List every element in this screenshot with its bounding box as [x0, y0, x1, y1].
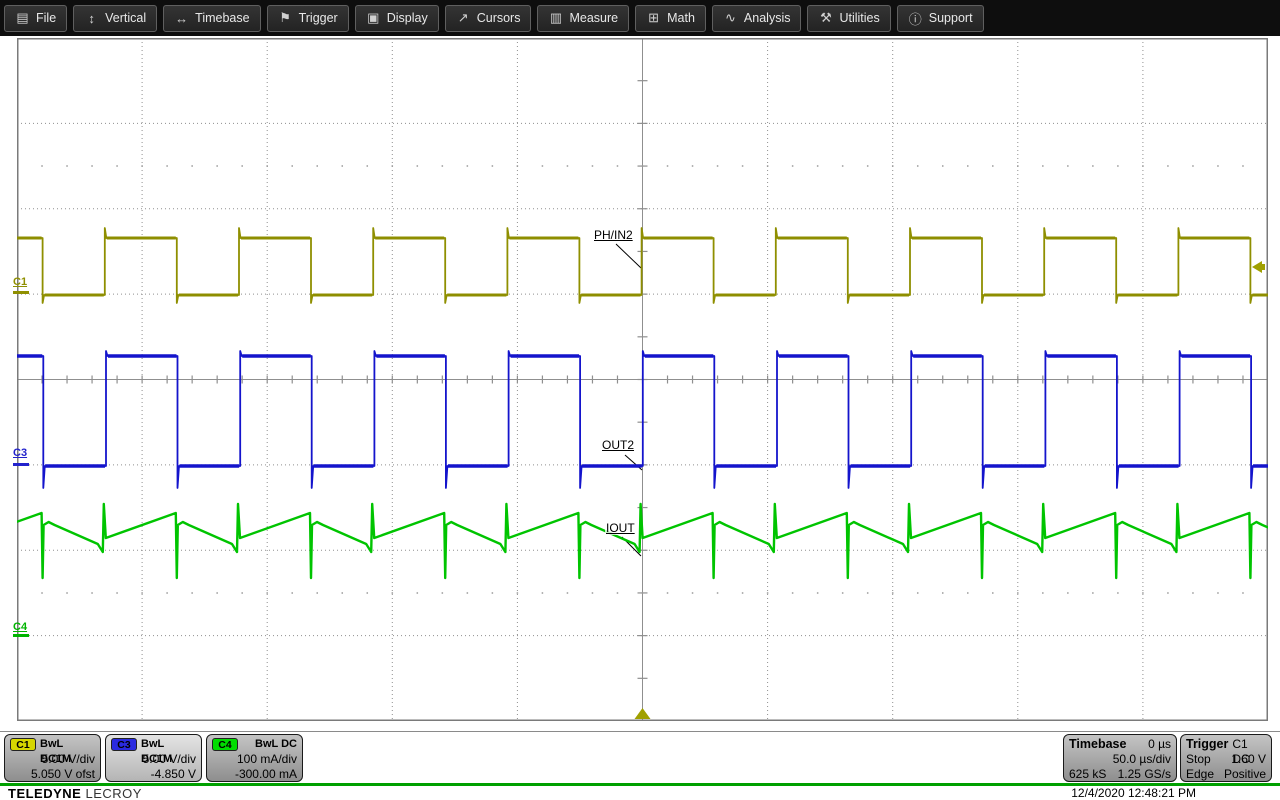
- support-info-icon: ⓘ: [908, 9, 923, 28]
- timebase-position: 0 µs: [1148, 737, 1171, 752]
- trace-label-out2: OUT2: [601, 438, 635, 452]
- timebase-title: Timebase: [1069, 737, 1126, 752]
- timebase-icon: ↔: [174, 11, 189, 26]
- channel-offset-marker-c4[interactable]: [13, 634, 29, 637]
- trace-label-iout: IOUT: [605, 521, 636, 535]
- menu-item-label: Math: [667, 11, 695, 25]
- menu-item-label: Analysis: [744, 11, 791, 25]
- menu-item-label: Trigger: [299, 11, 338, 25]
- c4-offset: -300.00 mA: [235, 767, 297, 782]
- utilities-icon: ⚒: [818, 10, 833, 26]
- brand-secondary: LECROY: [85, 786, 141, 800]
- menu-item-label: Display: [387, 11, 428, 25]
- footer: TELEDYNE LECROY 12/4/2020 12:48:21 PM: [0, 786, 1280, 800]
- trigger-title: Trigger: [1186, 737, 1228, 752]
- menu-item-label: Vertical: [105, 11, 146, 25]
- channel-label-c4[interactable]: C4: [13, 621, 27, 633]
- c3-chip: C3: [111, 738, 137, 751]
- c4-coupling: BwL DC: [255, 737, 297, 752]
- file-icon: ▤: [15, 10, 30, 26]
- timebase-descriptor[interactable]: Timebase 0 µs 50.0 µs/div 625 kS 1.25 GS…: [1063, 734, 1177, 782]
- menu-bar: ▤ File ↕ Vertical ↔ Timebase ⚑ Trigger ▣…: [0, 0, 1280, 36]
- timebase-scale: 50.0 µs/div: [1113, 752, 1171, 767]
- trigger-descriptor[interactable]: Trigger C1 DC Stop 1.60 V Edge Positive: [1180, 734, 1272, 782]
- trigger-level: 1.60 V: [1231, 752, 1266, 767]
- trigger-source: C1 DC: [1232, 737, 1266, 752]
- trace-label-ph-in2: PH/IN2: [593, 228, 634, 242]
- channel-label-c1[interactable]: C1: [13, 276, 27, 288]
- analysis-icon: ∿: [723, 10, 738, 26]
- menu-item-cursors[interactable]: ↗ Cursors: [445, 5, 532, 32]
- channel-label-c3[interactable]: C3: [13, 447, 27, 459]
- c3-offset: -4.850 V: [151, 767, 196, 782]
- c4-chip: C4: [212, 738, 238, 751]
- trigger-slope: Positive: [1224, 767, 1266, 782]
- datetime-display: 12/4/2020 12:48:21 PM: [1071, 786, 1196, 800]
- trigger-level-marker[interactable]: [1252, 261, 1262, 273]
- cursors-icon: ↗: [456, 10, 471, 26]
- c1-chip: C1: [10, 738, 36, 751]
- c3-coupling: BwL DC1M: [141, 737, 196, 752]
- channel-descriptor-c4[interactable]: C4 BwL DC 100 mA/div -300.00 mA: [206, 734, 303, 782]
- menu-item-vertical[interactable]: ↕ Vertical: [73, 5, 157, 32]
- channel-descriptor-c3[interactable]: C3 BwL DC1M 5.00 V/div -4.850 V: [105, 734, 202, 782]
- trigger-flag-icon: ⚑: [278, 10, 293, 26]
- waveform-display-area[interactable]: C1 C3 C4 PH/IN2 OUT2 IOUT: [0, 36, 1280, 731]
- brand-primary: TELEDYNE: [8, 786, 81, 800]
- trigger-type: Edge: [1186, 767, 1214, 782]
- c1-offset: 5.050 V ofst: [31, 767, 95, 782]
- waveform-grid[interactable]: [17, 38, 1268, 721]
- teledyne-lecroy-logo: TELEDYNE LECROY: [8, 786, 142, 800]
- status-bar: C1 BwL DC1M 5.00 V/div 5.050 V ofst C3 B…: [0, 731, 1280, 783]
- menu-item-math[interactable]: ⊞ Math: [635, 5, 706, 32]
- menu-item-label: Timebase: [195, 11, 249, 25]
- math-icon: ⊞: [646, 10, 661, 26]
- menu-item-label: Measure: [569, 11, 618, 25]
- trace-phin2: [17, 228, 1268, 303]
- menu-item-label: Cursors: [477, 11, 521, 25]
- c1-scale: 5.00 V/div: [42, 752, 95, 767]
- menu-item-timebase[interactable]: ↔ Timebase: [163, 5, 260, 32]
- vertical-icon: ↕: [84, 11, 99, 26]
- timebase-samples: 625 kS: [1069, 767, 1106, 782]
- menu-item-trigger[interactable]: ⚑ Trigger: [267, 5, 349, 32]
- c4-scale: 100 mA/div: [237, 752, 297, 767]
- trigger-mode: Stop: [1186, 752, 1211, 767]
- menu-item-utilities[interactable]: ⚒ Utilities: [807, 5, 890, 32]
- channel-offset-marker-c1[interactable]: [13, 291, 29, 294]
- oscilloscope-screen: ▤ File ↕ Vertical ↔ Timebase ⚑ Trigger ▣…: [0, 0, 1280, 800]
- channel-offset-marker-c3[interactable]: [13, 463, 29, 466]
- c3-scale: 5.00 V/div: [143, 752, 196, 767]
- measure-icon: ▥: [548, 10, 563, 26]
- menu-item-display[interactable]: ▣ Display: [355, 5, 439, 32]
- menu-item-label: File: [36, 11, 56, 25]
- trigger-level-marker-stub: [1262, 264, 1265, 270]
- menu-item-measure[interactable]: ▥ Measure: [537, 5, 629, 32]
- c1-coupling: BwL DC1M: [40, 737, 95, 752]
- channel-descriptor-c1[interactable]: C1 BwL DC1M 5.00 V/div 5.050 V ofst: [4, 734, 101, 782]
- menu-item-label: Support: [929, 11, 973, 25]
- menu-item-label: Utilities: [839, 11, 879, 25]
- display-icon: ▣: [366, 10, 381, 26]
- timebase-rate: 1.25 GS/s: [1118, 767, 1171, 782]
- menu-item-support[interactable]: ⓘ Support: [897, 5, 984, 32]
- menu-item-file[interactable]: ▤ File: [4, 5, 67, 32]
- menu-item-analysis[interactable]: ∿ Analysis: [712, 5, 802, 32]
- ph-in2-leader-line: [616, 244, 641, 268]
- trigger-time-marker: [635, 708, 651, 719]
